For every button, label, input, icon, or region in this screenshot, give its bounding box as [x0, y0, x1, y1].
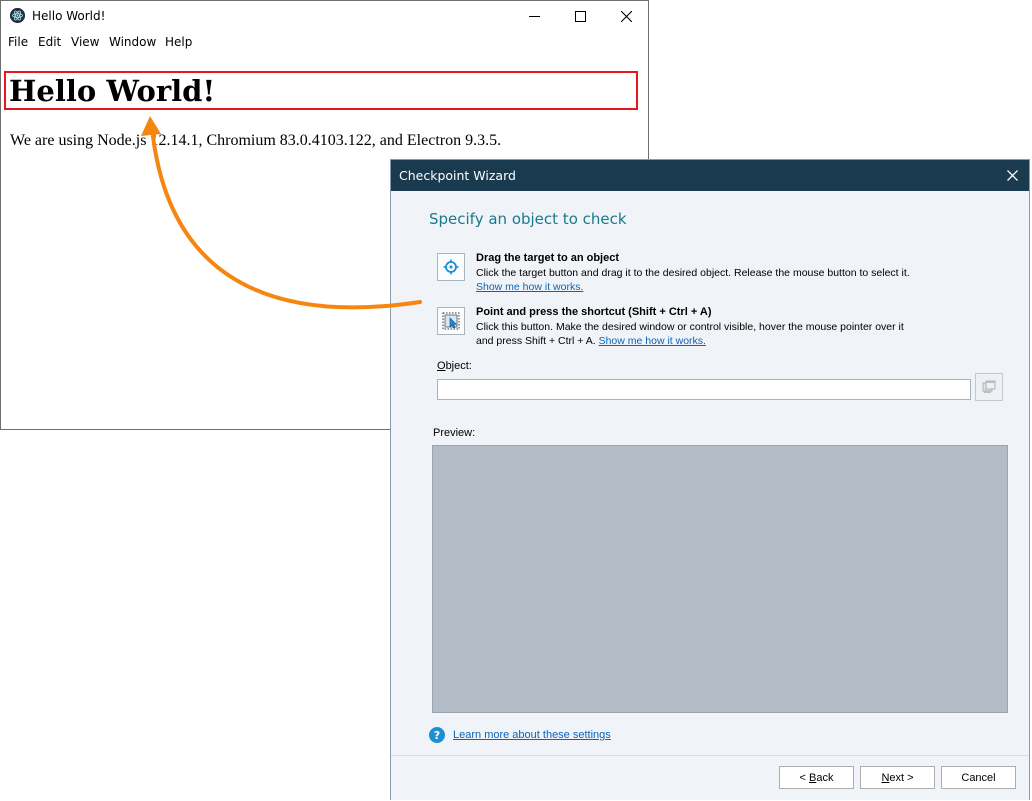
wizard-heading: Specify an object to check: [429, 210, 627, 228]
menu-window[interactable]: Window: [109, 35, 156, 49]
object-label: Object:: [437, 360, 472, 372]
crosshair-target-icon: [443, 259, 459, 275]
menu-file[interactable]: File: [8, 35, 28, 49]
close-button[interactable]: [603, 1, 649, 31]
menu-bar: File Edit View Window Help: [1, 32, 648, 52]
menu-help[interactable]: Help: [165, 35, 192, 49]
drag-target-button[interactable]: [437, 253, 465, 281]
learn-more-link[interactable]: Learn more about these settings: [453, 729, 611, 741]
menu-view[interactable]: View: [71, 35, 99, 49]
close-icon: [1006, 170, 1018, 181]
electron-app-icon: [10, 8, 25, 23]
object-tree-icon: [982, 380, 996, 393]
wizard-close-button[interactable]: [995, 160, 1029, 191]
version-text: We are using Node.js 12.14.1, Chromium 8…: [10, 132, 502, 149]
point-window-icon: [442, 312, 460, 330]
minimize-button[interactable]: [511, 1, 557, 31]
shortcut-option-title: Point and press the shortcut (Shift + Ct…: [476, 306, 712, 318]
drag-option-description: Click the target button and drag it to t…: [476, 267, 910, 279]
window-title: Hello World!: [32, 9, 106, 23]
point-and-shortcut-button[interactable]: [437, 307, 465, 335]
next-button[interactable]: Next >: [860, 766, 935, 789]
wizard-footer: < Back Next > Cancel: [391, 755, 1029, 800]
minimize-icon: [528, 15, 540, 17]
drag-option-title: Drag the target to an object: [476, 252, 620, 264]
object-browse-button[interactable]: [975, 373, 1003, 401]
page-heading: Hello World!: [9, 74, 216, 108]
close-icon: [620, 10, 632, 22]
shortcut-option-description-line1: Click this button. Make the desired wind…: [476, 321, 904, 333]
maximize-button[interactable]: [557, 1, 603, 31]
help-question-icon[interactable]: ?: [429, 727, 445, 743]
back-button[interactable]: < Back: [779, 766, 854, 789]
object-input[interactable]: [437, 379, 971, 400]
preview-area: [432, 445, 1008, 713]
checkpoint-wizard-dialog: Checkpoint Wizard Specify an object to c…: [390, 159, 1030, 800]
shortcut-option-description-line2: and press Shift + Ctrl + A.: [476, 335, 596, 347]
drag-show-me-link[interactable]: Show me how it works.: [476, 281, 583, 293]
hello-world-titlebar[interactable]: Hello World!: [1, 1, 648, 31]
menu-edit[interactable]: Edit: [38, 35, 61, 49]
preview-label: Preview:: [433, 427, 476, 439]
shortcut-show-me-link[interactable]: Show me how it works.: [599, 335, 706, 347]
wizard-titlebar[interactable]: Checkpoint Wizard: [391, 160, 1029, 191]
maximize-icon: [574, 10, 586, 22]
cancel-button[interactable]: Cancel: [941, 766, 1016, 789]
wizard-title: Checkpoint Wizard: [399, 168, 516, 183]
